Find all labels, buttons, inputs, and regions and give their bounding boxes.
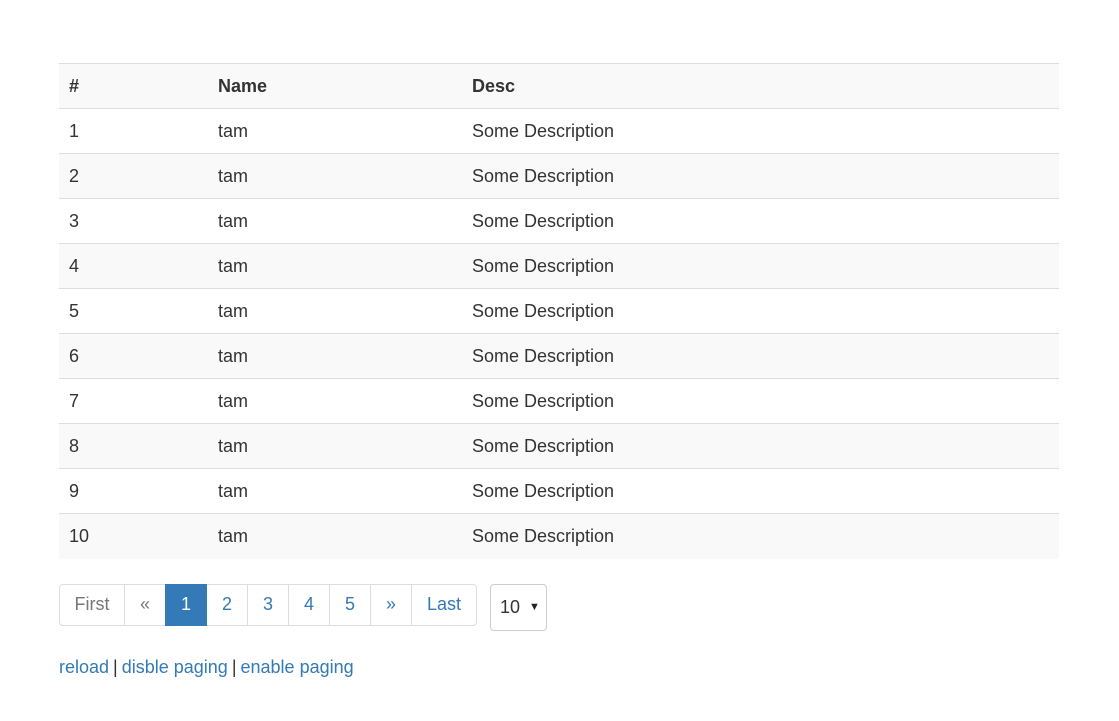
cell-number: 9 [59, 468, 208, 514]
caret-down-icon: ▼ [529, 601, 540, 613]
cell-desc: Some Description [462, 243, 1059, 289]
table-header-row: # Name Desc [59, 63, 1059, 109]
link-separator: | [113, 656, 118, 677]
cell-number: 4 [59, 243, 208, 289]
cell-name: tam [208, 468, 462, 514]
cell-desc: Some Description [462, 378, 1059, 424]
page-size-select[interactable]: 10 ▼ [490, 583, 547, 631]
page-size-value: 10 [500, 596, 521, 617]
cell-name: tam [208, 513, 462, 559]
table-row[interactable]: 2 tam Some Description [59, 153, 1059, 199]
disable-paging-link[interactable]: disble paging [122, 657, 228, 677]
cell-number: 3 [59, 198, 208, 244]
table-row[interactable]: 4 tam Some Description [59, 243, 1059, 289]
cell-name: tam [208, 423, 462, 469]
reload-link[interactable]: reload [59, 657, 109, 677]
link-separator: | [231, 656, 237, 677]
previous-page-button[interactable]: « [124, 583, 166, 626]
cell-desc: Some Description [462, 468, 1059, 514]
page-button-1[interactable]: 1 [165, 583, 207, 626]
first-page-button[interactable]: First [59, 583, 125, 626]
cell-name: tam [208, 243, 462, 289]
action-links: reload | disble paging | enable paging [59, 657, 1059, 678]
column-header-number[interactable]: # [59, 63, 208, 109]
cell-number: 1 [59, 108, 208, 154]
cell-number: 2 [59, 153, 208, 199]
table-row[interactable]: 3 tam Some Description [59, 198, 1059, 244]
cell-number: 10 [59, 513, 208, 559]
grid-controls: First « 1 2 3 4 5 » Last 10 ▼ [59, 583, 1059, 631]
cell-number: 8 [59, 423, 208, 469]
cell-number: 5 [59, 288, 208, 334]
page-button-2[interactable]: 2 [206, 583, 248, 626]
table-row[interactable]: 1 tam Some Description [59, 108, 1059, 154]
cell-desc: Some Description [462, 198, 1059, 244]
cell-desc: Some Description [462, 333, 1059, 379]
last-page-button[interactable]: Last [411, 583, 477, 626]
cell-desc: Some Description [462, 423, 1059, 469]
cell-desc: Some Description [462, 513, 1059, 559]
cell-desc: Some Description [462, 153, 1059, 199]
cell-name: tam [208, 288, 462, 334]
pagination: First « 1 2 3 4 5 » Last [59, 583, 477, 626]
column-header-desc[interactable]: Desc [462, 63, 1059, 109]
table-row[interactable]: 7 tam Some Description [59, 378, 1059, 424]
table-row[interactable]: 10 tam Some Description [59, 513, 1059, 559]
column-header-name[interactable]: Name [208, 63, 462, 109]
data-table: # Name Desc 1 tam Some Description 2 tam… [59, 63, 1059, 559]
page-button-5[interactable]: 5 [329, 583, 371, 626]
cell-desc: Some Description [462, 108, 1059, 154]
page-button-4[interactable]: 4 [288, 583, 330, 626]
cell-name: tam [208, 198, 462, 244]
table-row[interactable]: 8 tam Some Description [59, 423, 1059, 469]
grid-container: # Name Desc 1 tam Some Description 2 tam… [59, 63, 1059, 678]
cell-name: tam [208, 333, 462, 379]
cell-desc: Some Description [462, 288, 1059, 334]
cell-number: 6 [59, 333, 208, 379]
cell-name: tam [208, 153, 462, 199]
page-button-3[interactable]: 3 [247, 583, 289, 626]
cell-name: tam [208, 108, 462, 154]
cell-name: tam [208, 378, 462, 424]
enable-paging-link[interactable]: enable paging [241, 657, 354, 677]
table-row[interactable]: 6 tam Some Description [59, 333, 1059, 379]
table-row[interactable]: 5 tam Some Description [59, 288, 1059, 334]
table-row[interactable]: 9 tam Some Description [59, 468, 1059, 514]
cell-number: 7 [59, 378, 208, 424]
next-page-button[interactable]: » [370, 583, 412, 626]
